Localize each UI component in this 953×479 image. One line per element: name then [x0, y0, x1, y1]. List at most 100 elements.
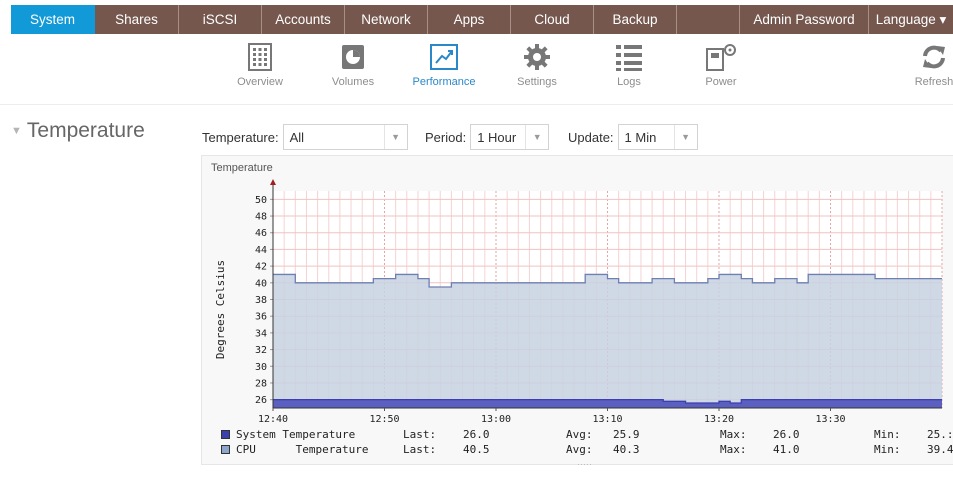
x-tick-label: 12:50 [369, 414, 399, 425]
y-tick-label: 32 [255, 345, 267, 356]
subnav-logs-label: Logs [617, 76, 641, 88]
resize-grip-icon[interactable]: ····· [577, 459, 592, 469]
temperature-filter: Temperature: All ▼ [202, 123, 408, 151]
y-tick-label: 44 [255, 245, 267, 256]
tab-admin-password[interactable]: Admin Password [740, 5, 869, 34]
y-tick-label: 30 [255, 362, 267, 373]
x-tick-label: 13:00 [481, 414, 511, 425]
legend-system-avg-label: Avg: [566, 428, 593, 441]
subnav-performance[interactable]: Performance [404, 42, 484, 88]
legend-system-min: 25.: [927, 428, 953, 441]
tab-shares[interactable]: Shares [95, 5, 179, 34]
legend-cpu-last: 40.5 [463, 443, 490, 456]
legend-swatch-system [221, 430, 230, 439]
y-tick-label: 38 [255, 295, 267, 306]
legend-cpu-avg-label: Avg: [566, 443, 593, 456]
x-tick-label: 13:20 [704, 414, 734, 425]
update-filter-label: Update: [568, 129, 614, 145]
tab-network[interactable]: Network [345, 5, 428, 34]
legend-cpu-max-label: Max: [720, 443, 747, 456]
volumes-pie-icon [313, 42, 393, 72]
y-tick-label: 28 [255, 378, 267, 389]
y-axis-arrow-icon [270, 179, 276, 185]
settings-gear-icon [497, 42, 577, 72]
legend-cpu-last-label: Last: [403, 443, 437, 456]
legend-system-last: 26.0 [463, 428, 490, 441]
y-axis-label: Degrees Celsius [214, 260, 227, 359]
update-filter: Update: 1 Min ▼ [568, 123, 698, 151]
tab-backup[interactable]: Backup [594, 5, 677, 34]
period-select-value: 1 Hour [477, 129, 517, 145]
chevron-down-icon: ▼ [383, 125, 407, 149]
subnav-performance-label: Performance [412, 76, 476, 88]
system-temperature-area [273, 399, 942, 408]
tab-iscsi[interactable]: iSCSI [179, 5, 262, 34]
tab-apps[interactable]: Apps [428, 5, 511, 34]
period-filter: Period: 1 Hour ▼ [425, 123, 550, 151]
y-tick-label: 40 [255, 278, 267, 289]
subnav-divider [0, 104, 953, 105]
section-title: Temperature [26, 119, 145, 142]
top-navigation: System Shares iSCSI Accounts Network App… [11, 5, 953, 34]
tab-system[interactable]: System [11, 5, 95, 34]
legend-system-max: 26.0 [773, 428, 800, 441]
subnav-power-label: Power [705, 76, 737, 88]
legend-system-avg: 25.9 [613, 428, 640, 441]
subnav-volumes[interactable]: Volumes [313, 42, 393, 88]
chart-title: Temperature [211, 162, 273, 174]
legend-system-last-label: Last: [403, 428, 437, 441]
temperature-chart: 26 28 30 32 34 36 38 40 42 44 46 48 50 12:40 12:50 13:0… [214, 179, 943, 425]
y-tick-label: 34 [255, 328, 267, 339]
y-tick-label: 42 [255, 262, 267, 273]
subnav-settings-label: Settings [517, 76, 557, 88]
legend-system-max-label: Max: [720, 428, 747, 441]
y-tick-label: 26 [255, 395, 267, 406]
section-header[interactable]: ▼ Temperature [11, 119, 145, 143]
tab-cloud[interactable]: Cloud [511, 5, 594, 34]
legend-system-name: System Temperature [236, 428, 356, 441]
refresh-icon [894, 42, 953, 72]
sub-navigation: Overview Volumes Performance Settings Lo… [0, 42, 953, 100]
subnav-overview[interactable]: Overview [220, 42, 300, 88]
update-select-value: 1 Min [624, 129, 657, 145]
y-tick-label: 46 [255, 228, 267, 239]
legend-cpu-min-label: Min: [874, 443, 901, 456]
legend-swatch-cpu [221, 445, 230, 454]
chevron-down-icon: ▼ [525, 125, 548, 149]
legend-system-min-label: Min: [874, 428, 901, 441]
subnav-logs[interactable]: Logs [589, 42, 669, 88]
tab-language[interactable]: Language ▾ [869, 5, 953, 34]
subnav-settings[interactable]: Settings [497, 42, 577, 88]
legend-cpu-min: 39.4 [927, 443, 953, 456]
period-filter-label: Period: [425, 129, 467, 145]
logs-list-icon [589, 42, 669, 72]
legend-cpu-max: 41.0 [773, 443, 800, 456]
collapse-triangle-icon[interactable]: ▼ [11, 125, 22, 137]
tab-accounts[interactable]: Accounts [262, 5, 345, 34]
y-tick-label: 50 [255, 195, 267, 206]
power-icon [681, 42, 761, 72]
update-select[interactable]: 1 Min ▼ [617, 124, 698, 150]
y-tick-label: 36 [255, 312, 267, 323]
cpu-temperature-area [273, 274, 942, 408]
legend-cpu-name: CPU Temperature [236, 443, 369, 456]
subnav-power[interactable]: Power [681, 42, 761, 88]
chevron-down-icon: ▼ [673, 125, 697, 149]
subnav-refresh[interactable]: Refresh [894, 42, 953, 88]
y-tick-label: 48 [255, 212, 267, 223]
temperature-select[interactable]: All ▼ [282, 124, 408, 150]
performance-chart-icon [404, 42, 484, 72]
x-tick-label: 13:30 [815, 414, 845, 425]
overview-grid-icon [220, 42, 300, 72]
subnav-overview-label: Overview [237, 76, 283, 88]
temperature-select-value: All [289, 129, 305, 145]
temperature-filter-label: Temperature: [202, 129, 279, 145]
temperature-chart-panel: Temperature 26 28 30 32 34 36 38 40 42 44 46 48 50 12… [201, 155, 953, 469]
subnav-refresh-label: Refresh [914, 76, 953, 88]
subnav-volumes-label: Volumes [331, 76, 375, 88]
tab-blank[interactable] [677, 5, 740, 34]
x-tick-label: 13:10 [592, 414, 622, 425]
legend-cpu-avg: 40.3 [613, 443, 640, 456]
period-select[interactable]: 1 Hour ▼ [470, 124, 550, 150]
x-tick-label: 12:40 [258, 414, 288, 425]
